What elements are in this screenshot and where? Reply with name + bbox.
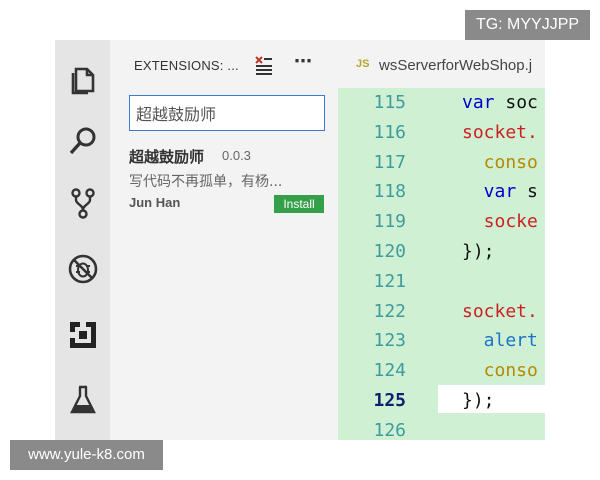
line-number: 120: [373, 241, 406, 262]
git-branch-icon[interactable]: [55, 180, 110, 225]
code-line: 125});: [338, 390, 545, 420]
code-text: });: [462, 241, 495, 262]
code-line: 120});: [338, 241, 545, 271]
code-line: 118 var s: [338, 181, 545, 211]
code-text: var soc: [462, 92, 538, 113]
code-text: });: [462, 390, 495, 411]
code-line: 122 socket.: [338, 301, 545, 331]
code-line: 119 socke: [338, 211, 545, 241]
tg-badge: TG: MYYJJPP: [465, 10, 590, 40]
line-number: 125: [373, 390, 406, 411]
code-line: 115 var soc: [338, 92, 545, 122]
tab-filename[interactable]: wsServerforWebShop.j: [379, 57, 532, 74]
code-token: s: [527, 181, 538, 203]
extension-version: 0.0.3: [222, 148, 251, 163]
flask-icon[interactable]: [55, 377, 110, 422]
code-token: socket.: [462, 300, 538, 322]
extensions-icon[interactable]: [55, 312, 110, 357]
watermark: www.yule-k8.com: [10, 440, 163, 470]
editor: JS wsServerforWebShop.j 115 var soc 116 soc…: [338, 40, 545, 440]
code-text: socket.: [462, 301, 538, 322]
line-number: 118: [373, 181, 406, 203]
extension-search-input[interactable]: [129, 95, 325, 131]
clear-extensions-icon[interactable]: [253, 54, 275, 76]
code-line: 126: [338, 420, 545, 440]
code-text: conso: [462, 360, 538, 381]
code-token: });: [462, 241, 495, 262]
more-actions-icon[interactable]: ⋯: [294, 53, 318, 75]
code-text: conso: [462, 152, 538, 173]
line-number: 117: [373, 151, 406, 173]
code-line: 116 socket.: [338, 122, 545, 152]
code-token: soc: [505, 92, 538, 113]
files-icon[interactable]: [55, 56, 110, 101]
js-file-icon: JS: [356, 58, 370, 70]
code-token: var: [462, 181, 528, 203]
line-number: 122: [373, 300, 406, 322]
install-button[interactable]: Install: [274, 195, 324, 213]
extension-description: 写代码不再孤单，有杨...: [129, 174, 283, 190]
line-number: 116: [373, 121, 406, 143]
line-number: 126: [373, 419, 406, 440]
code-text: var s: [462, 181, 538, 202]
line-number: 115: [373, 92, 406, 113]
code-line: 117 conso: [338, 152, 545, 182]
line-number: 121: [373, 270, 406, 292]
line-number: 123: [373, 330, 406, 352]
code-token: });: [462, 390, 495, 411]
code-token: socke: [462, 211, 538, 233]
tab-bar: JS wsServerforWebShop.j: [338, 40, 545, 88]
search-icon[interactable]: [55, 118, 110, 163]
code-text: socket.: [462, 122, 538, 143]
code-text: alert: [462, 330, 538, 351]
code-line: 123 alert: [338, 330, 545, 360]
code-token: alert: [462, 330, 538, 352]
code-token: var: [462, 92, 506, 113]
no-bug-icon[interactable]: [55, 246, 110, 291]
line-number: 119: [373, 211, 406, 233]
code-line: 124 conso: [338, 360, 545, 390]
extension-author: Jun Han: [129, 195, 181, 210]
code-token: socket.: [462, 121, 538, 143]
code-token: conso: [462, 360, 538, 382]
line-number: 124: [373, 360, 406, 382]
extension-name[interactable]: 超越鼓励师: [129, 146, 204, 167]
activity-bar: [55, 40, 110, 440]
code-token: conso: [462, 151, 538, 173]
code-text: socke: [462, 211, 538, 232]
code-line: 121: [338, 271, 545, 301]
sidebar-title: EXTENSIONS: ...: [134, 58, 239, 73]
extensions-sidebar: EXTENSIONS: ... ⋯ 超越鼓励师 0.0.3 写代码不再孤单，有杨…: [110, 40, 338, 440]
